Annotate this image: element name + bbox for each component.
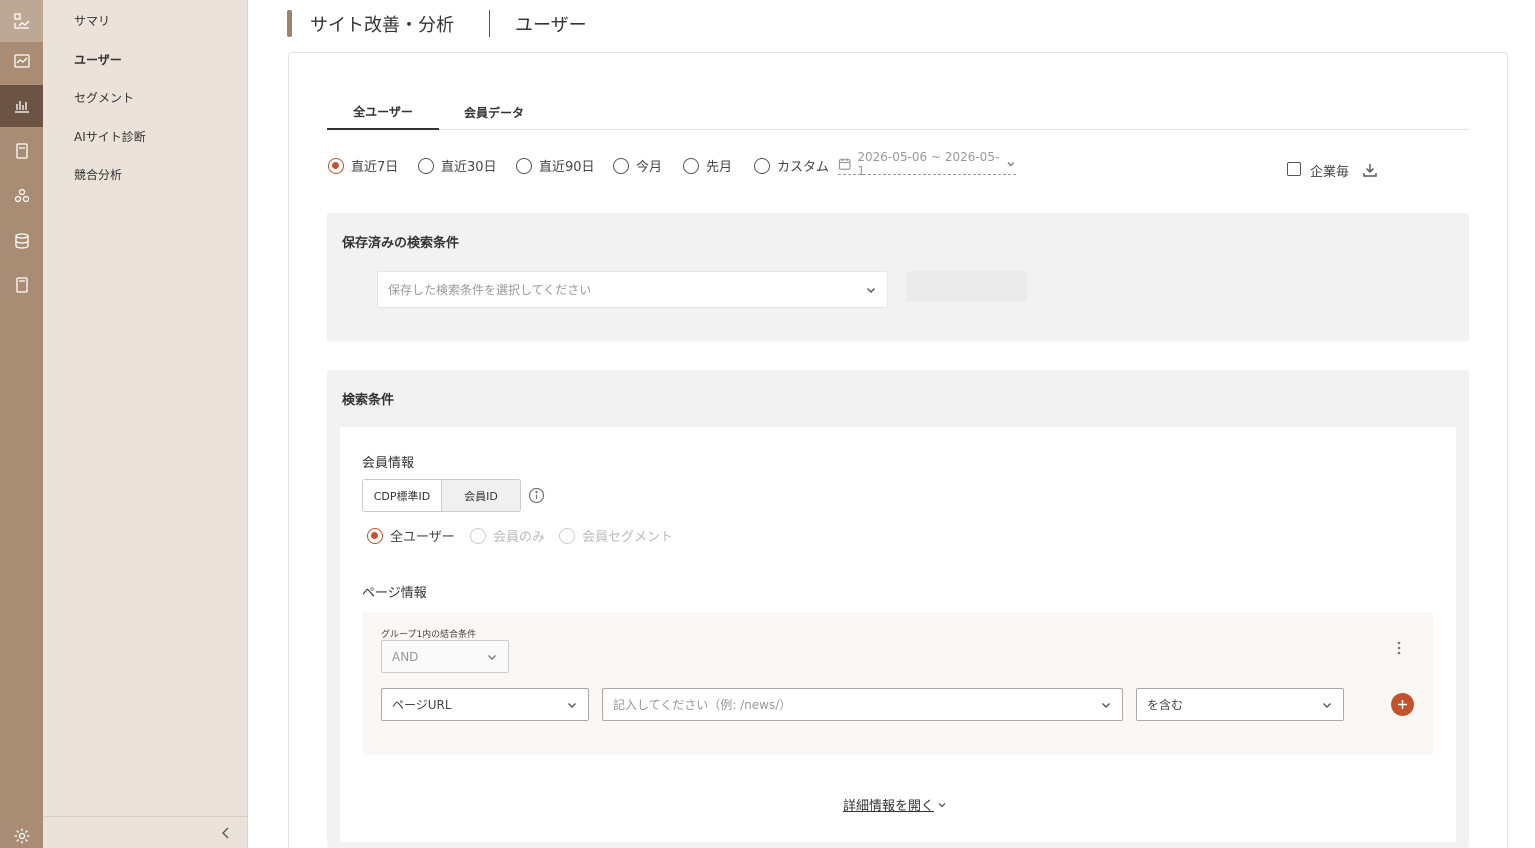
radio[interactable]: [683, 157, 699, 174]
more-options-icon[interactable]: [1396, 640, 1402, 656]
add-condition-button[interactable]: [1391, 693, 1414, 716]
per-company-label: 企業毎: [1310, 165, 1350, 180]
radio-checked[interactable]: [328, 157, 344, 174]
per-company-checkbox[interactable]: [1287, 162, 1301, 176]
period-option-this-month[interactable]: 今月: [613, 156, 662, 175]
radio[interactable]: [754, 157, 770, 174]
field-select[interactable]: ページURL: [381, 688, 589, 721]
scope-members-only[interactable]: 会員のみ: [470, 526, 545, 545]
scope-member-segment[interactable]: 会員セグメント: [559, 526, 673, 545]
date-range-picker[interactable]: 2026-05-06 ~ 2026-05-1: [838, 149, 1016, 178]
radio-disabled[interactable]: [470, 527, 486, 544]
gear-icon[interactable]: [0, 815, 43, 848]
header-divider: [489, 10, 490, 37]
tab-member-data[interactable]: 会員データ: [449, 95, 539, 130]
operator-select[interactable]: を含む: [1136, 688, 1344, 721]
scope-all-users[interactable]: 全ユーザー: [367, 526, 455, 545]
member-info-label: 会員情報: [362, 456, 415, 471]
chevron-down-icon: [488, 654, 496, 660]
condition-group: [362, 612, 1433, 755]
page-title: サイト改善・分析: [310, 15, 454, 36]
page-info-label: ページ情報: [362, 586, 427, 601]
period-option-label: 直近30日: [441, 160, 497, 175]
id-type-cdp[interactable]: CDP標準ID: [363, 480, 441, 511]
saved-search-placeholder: 保存した検索条件を選択してください: [388, 283, 592, 297]
book-icon[interactable]: [0, 264, 43, 306]
field-value: ページURL: [392, 698, 452, 712]
chevron-down-icon: [1007, 161, 1015, 166]
radio[interactable]: [516, 157, 532, 174]
tab-all-users[interactable]: 全ユーザー: [327, 95, 439, 130]
radio[interactable]: [613, 157, 629, 174]
chevron-down-icon: [1102, 702, 1110, 708]
chevron-left-icon[interactable]: [219, 826, 233, 840]
period-option-7d[interactable]: 直近7日: [328, 156, 398, 175]
chevron-down-icon: [1323, 702, 1331, 708]
period-option-label: 先月: [706, 160, 733, 175]
details-link-label: 詳細情報を開く: [843, 799, 935, 814]
combine-value: AND: [392, 649, 419, 664]
period-option-30d[interactable]: 直近30日: [418, 156, 497, 175]
document-icon[interactable]: [0, 130, 43, 172]
subnav-item-segments[interactable]: セグメント: [74, 89, 134, 106]
period-option-label: 今月: [636, 160, 663, 175]
id-type-toggle: CDP標準ID 会員ID: [362, 479, 521, 512]
subnav-item-competitor[interactable]: 競合分析: [74, 166, 122, 183]
operator-value: を含む: [1147, 698, 1184, 712]
calendar-icon: [838, 157, 851, 170]
sub-navigation: サマリ ユーザー セグメント AIサイト診断 競合分析: [43, 0, 248, 848]
chevron-down-icon: [938, 802, 946, 807]
saved-search-apply-button[interactable]: [907, 271, 1027, 302]
header-accent-bar: [287, 10, 292, 37]
icon-rail: [0, 0, 43, 848]
chevron-down-icon: [867, 287, 875, 293]
line-chart-icon[interactable]: [0, 40, 43, 82]
period-option-90d[interactable]: 直近90日: [516, 156, 595, 175]
search-conditions-title: 検索条件: [342, 393, 395, 408]
combine-select[interactable]: AND: [381, 640, 509, 673]
info-icon[interactable]: [528, 487, 545, 504]
subnav-item-ai-diagnosis[interactable]: AIサイト診断: [74, 128, 146, 145]
period-option-label: 直近7日: [351, 160, 399, 175]
group-combine-label: グループ1内の結合条件: [381, 630, 477, 640]
saved-search-title: 保存済みの検索条件: [342, 236, 460, 251]
subnav-item-users[interactable]: ユーザー: [74, 51, 122, 68]
radio[interactable]: [418, 157, 434, 174]
date-range-value: 2026-05-06 ~ 2026-05-1: [857, 149, 1000, 178]
value-placeholder: 記入してください（例: /news/）: [613, 698, 792, 712]
id-type-member[interactable]: 会員ID: [441, 480, 520, 511]
chevron-down-icon: [568, 702, 576, 708]
period-option-last-month[interactable]: 先月: [683, 156, 732, 175]
scope-label: 会員のみ: [493, 530, 546, 545]
chart-network-icon[interactable]: [0, 0, 43, 42]
scope-label: 会員セグメント: [582, 530, 674, 545]
page-subtitle: ユーザー: [515, 15, 587, 36]
value-input[interactable]: 記入してください（例: /news/）: [602, 688, 1123, 721]
saved-search-select[interactable]: 保存した検索条件を選択してください: [377, 271, 888, 308]
period-option-label: カスタム: [777, 160, 830, 175]
tab-bar: 全ユーザー 会員データ: [327, 95, 1469, 130]
scope-label: 全ユーザー: [390, 530, 455, 545]
radio-checked[interactable]: [367, 527, 383, 544]
period-option-label: 直近90日: [539, 160, 595, 175]
subnav-footer: [43, 816, 247, 848]
plus-icon: [1398, 700, 1407, 709]
radio-disabled[interactable]: [559, 527, 575, 544]
period-option-custom[interactable]: カスタム: [754, 156, 829, 175]
users-icon[interactable]: [0, 175, 43, 217]
database-icon[interactable]: [0, 220, 43, 262]
bar-chart-icon[interactable]: [0, 85, 43, 127]
open-details-link[interactable]: 詳細情報を開く: [843, 795, 947, 814]
subnav-item-summary[interactable]: サマリ: [74, 12, 110, 29]
download-icon[interactable]: [1361, 161, 1379, 179]
